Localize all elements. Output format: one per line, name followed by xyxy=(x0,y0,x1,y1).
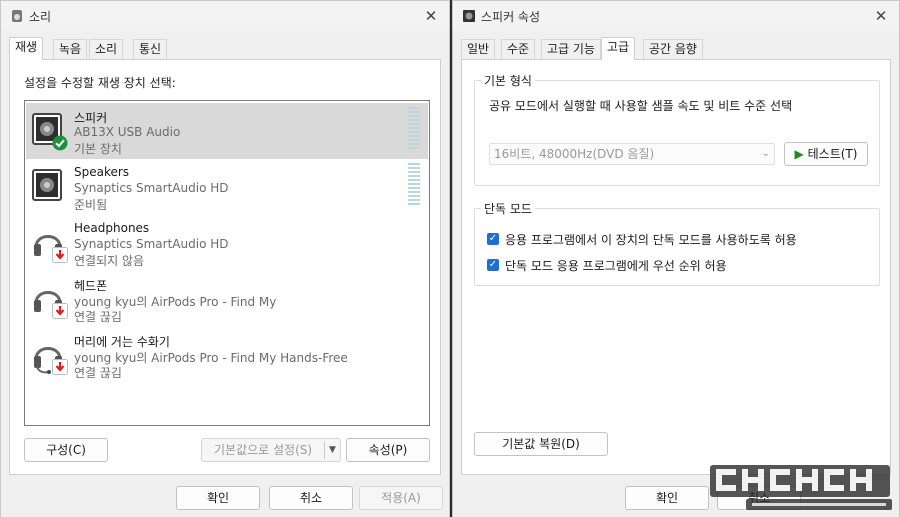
speaker-properties-title: 스피커 속성 xyxy=(481,10,541,24)
apply-button[interactable]: 적용(A) xyxy=(359,486,443,510)
playback-panel: 설정을 수정할 재생 장치 선택: 스피커 AB13X USB Audio 기본… xyxy=(9,59,441,475)
advanced-panel: 기본 형식 공유 모드에서 실행할 때 사용할 샘플 속도 및 비트 수준 선택… xyxy=(461,59,891,475)
disconnected-arrow-icon xyxy=(52,303,68,319)
checkmark-icon[interactable]: ✓ xyxy=(487,259,499,271)
device-driver: Synaptics SmartAudio HD xyxy=(74,181,229,195)
device-driver: AB13X USB Audio xyxy=(74,125,181,139)
set-default-button[interactable]: 기본값으로 설정(S) ▼ xyxy=(201,438,341,462)
exclusive-mode-label: 단독 모드 xyxy=(481,200,535,217)
default-device-check-icon xyxy=(52,135,68,151)
tab-spatial-sound[interactable]: 공간 음향 xyxy=(643,39,703,59)
ok-button[interactable]: 확인 xyxy=(625,486,709,510)
volume-meter xyxy=(408,107,420,151)
play-icon: ▶ xyxy=(794,147,804,161)
configure-button[interactable]: 구성(C) xyxy=(24,438,108,462)
device-item-speakers[interactable]: Speakers Synaptics SmartAudio HD 준비됨 xyxy=(26,159,428,215)
device-name: 머리에 거는 수화기 xyxy=(74,335,170,349)
cancel-button[interactable]: 취소 xyxy=(717,486,801,510)
ok-button[interactable]: 확인 xyxy=(176,486,260,510)
volume-meter xyxy=(408,163,420,207)
sound-dialog: 소리 ✕ 녹음 소리 통신 재생 설정을 수정할 재생 장치 선택: 스피커 A… xyxy=(0,0,450,517)
close-icon[interactable]: ✕ xyxy=(421,6,441,26)
test-label: 테스트(T) xyxy=(807,147,858,161)
tab-playback[interactable]: 재생 xyxy=(9,37,44,60)
device-name: 스피커 xyxy=(74,111,108,125)
properties-button[interactable]: 속성(P) xyxy=(346,438,430,462)
tab-advanced[interactable]: 고급 xyxy=(601,37,636,60)
device-status: 연결되지 않음 xyxy=(74,254,145,268)
device-driver: Synaptics SmartAudio HD xyxy=(74,237,229,251)
speaker-icon xyxy=(32,169,62,201)
device-name: 헤드폰 xyxy=(74,279,108,293)
disconnected-arrow-icon xyxy=(52,247,68,263)
tab-levels[interactable]: 수준 xyxy=(501,39,536,59)
tab-general[interactable]: 일반 xyxy=(461,39,496,59)
sound-title: 소리 xyxy=(29,10,52,24)
tab-communications[interactable]: 통신 xyxy=(133,39,168,59)
chevron-down-icon[interactable]: ▼ xyxy=(324,441,340,459)
device-status: 기본 장치 xyxy=(74,142,122,156)
allow-exclusive-label: 응용 프로그램에서 이 장치의 단독 모드를 사용하도록 허용 xyxy=(505,233,797,247)
device-status: 연결 끊김 xyxy=(74,366,122,380)
cancel-button[interactable]: 취소 xyxy=(269,486,353,510)
set-default-label: 기본값으로 설정(S) xyxy=(214,443,313,457)
speaker-app-icon xyxy=(12,10,22,22)
device-item-airpods-headset[interactable]: 머리에 거는 수화기 young kyu의 AirPods Pro - Find… xyxy=(26,327,428,383)
sample-rate-select[interactable]: 16비트, 48000Hz(DVD 음질) ⌄ xyxy=(489,143,775,165)
speaker-properties-dialog: 스피커 속성 ✕ 일반 수준 고급 기능 공간 음향 고급 기본 형식 공유 모… xyxy=(452,0,900,517)
sound-titlebar: 소리 ✕ xyxy=(1,1,449,31)
chevron-down-icon: ⌄ xyxy=(761,148,770,159)
checkmark-icon[interactable]: ✓ xyxy=(487,233,499,245)
device-status: 준비됨 xyxy=(74,198,108,212)
default-format-label: 기본 형식 xyxy=(481,72,535,89)
speaker-app-icon xyxy=(463,10,475,22)
tab-sounds[interactable]: 소리 xyxy=(89,39,124,59)
device-name: Speakers xyxy=(74,165,130,179)
default-format-description: 공유 모드에서 실행할 때 사용할 샘플 속도 및 비트 수준 선택 xyxy=(489,99,793,113)
sample-rate-value: 16비트, 48000Hz(DVD 음질) xyxy=(494,147,655,161)
device-item-headphones[interactable]: Headphones Synaptics SmartAudio HD 연결되지 … xyxy=(26,215,428,271)
device-item-speaker[interactable]: 스피커 AB13X USB Audio 기본 장치 xyxy=(26,103,428,159)
device-status: 연결 끊김 xyxy=(74,310,122,324)
restore-defaults-button[interactable]: 기본값 복원(D) xyxy=(474,432,608,456)
device-item-airpods-headphones[interactable]: 헤드폰 young kyu의 AirPods Pro - Find My 연결 … xyxy=(26,271,428,327)
speaker-properties-footer: 확인 취소 xyxy=(453,477,899,517)
tab-enhancements[interactable]: 고급 기능 xyxy=(541,39,601,59)
test-button[interactable]: ▶ 테스트(T) xyxy=(784,142,868,166)
device-list[interactable]: 스피커 AB13X USB Audio 기본 장치 Speakers Synap… xyxy=(24,100,430,426)
exclusive-priority-label: 단독 모드 응용 프로그램에게 우선 순위 허용 xyxy=(505,259,727,273)
tab-recording[interactable]: 녹음 xyxy=(53,39,88,59)
device-name: Headphones xyxy=(74,221,150,235)
disconnected-arrow-icon xyxy=(52,359,68,375)
exclusive-mode-group: 단독 모드 ✓ 응용 프로그램에서 이 장치의 단독 모드를 사용하도록 허용 … xyxy=(474,200,880,286)
close-icon[interactable]: ✕ xyxy=(871,6,891,26)
device-select-prompt: 설정을 수정할 재생 장치 선택: xyxy=(24,76,176,90)
default-format-group: 기본 형식 공유 모드에서 실행할 때 사용할 샘플 속도 및 비트 수준 선택… xyxy=(474,72,880,186)
sound-dialog-footer: 확인 취소 적용(A) xyxy=(1,477,449,517)
speaker-properties-titlebar: 스피커 속성 ✕ xyxy=(453,1,899,31)
